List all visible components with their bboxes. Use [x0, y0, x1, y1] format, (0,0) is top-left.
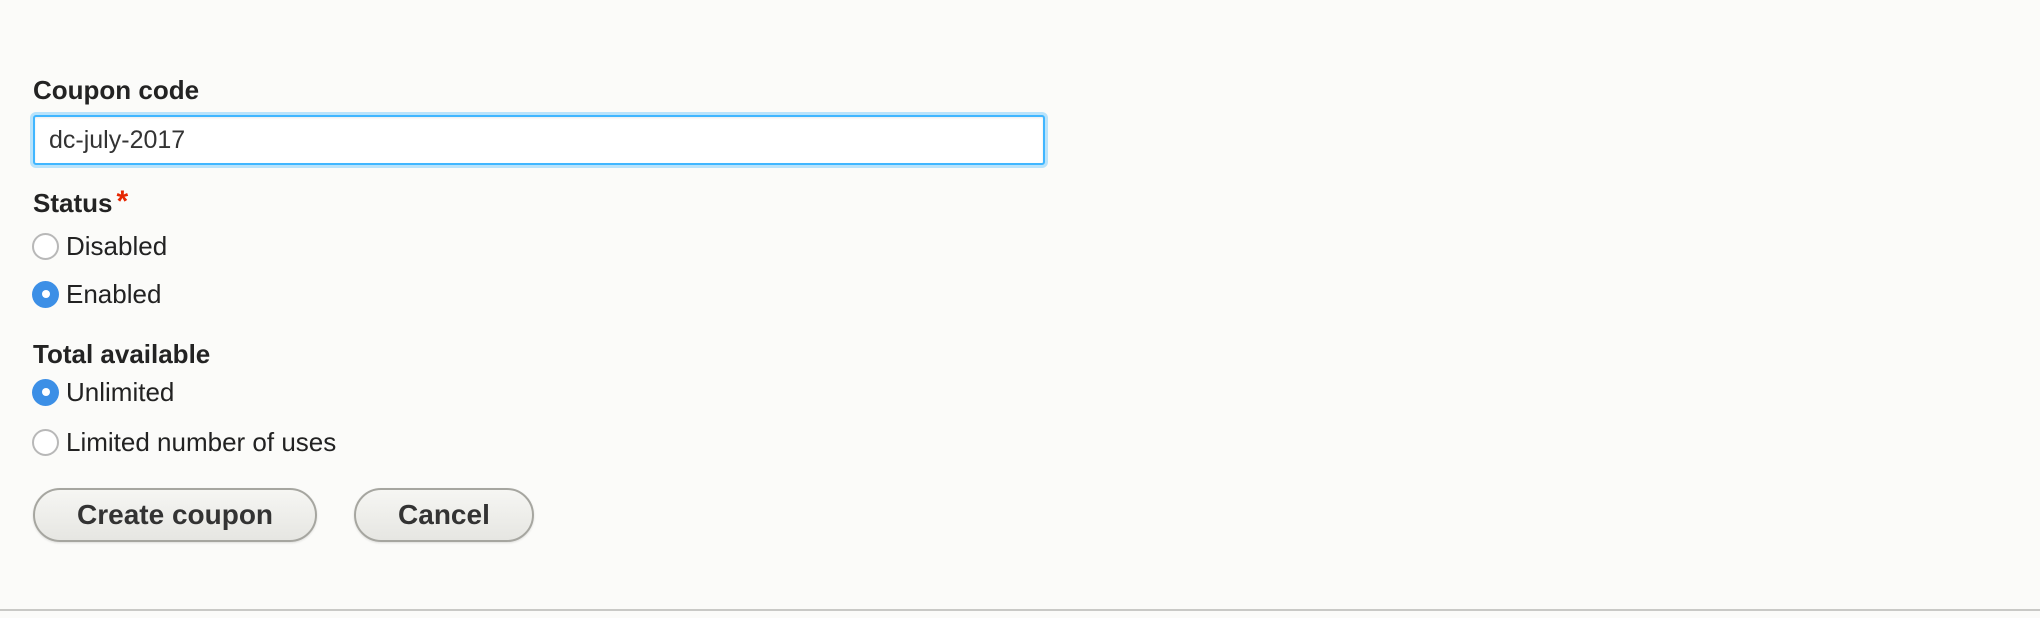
status-label: Status * — [33, 187, 1053, 219]
total-available-option-unlimited[interactable]: Unlimited — [32, 374, 1053, 410]
form-actions: Create coupon Cancel — [33, 488, 1053, 542]
required-marker: * — [116, 185, 129, 218]
radio-disabled[interactable] — [32, 232, 59, 260]
create-coupon-button[interactable]: Create coupon — [33, 488, 318, 542]
status-option-enabled[interactable]: Enabled — [32, 276, 1053, 312]
coupon-form-page: Coupon code Status* Disabled Enabled Tot… — [0, 0, 2040, 618]
coupon-code-input[interactable] — [33, 115, 1045, 165]
radio-unlimited[interactable] — [32, 378, 59, 406]
status-option-disabled[interactable]: Disabled — [32, 228, 1053, 264]
bottom-divider — [0, 609, 2040, 611]
total-available-field: Total available Unlimited Limited number… — [32, 338, 1053, 460]
radio-limited[interactable] — [32, 428, 59, 456]
coupon-code-label: Coupon code — [33, 75, 200, 105]
cancel-button[interactable]: Cancel — [354, 488, 534, 542]
status-option-enabled-label[interactable]: Enabled — [66, 279, 161, 310]
radio-enabled[interactable] — [32, 280, 59, 308]
status-option-disabled-label[interactable]: Disabled — [66, 231, 167, 262]
status-label-text: Status — [33, 188, 113, 218]
total-available-label: Total available — [33, 339, 211, 369]
status-field: Status * Disabled Enabled — [32, 187, 1053, 312]
coupon-form: Coupon code Status* Disabled Enabled Tot… — [32, 74, 1053, 542]
total-available-option-unlimited-label[interactable]: Unlimited — [66, 377, 174, 408]
coupon-code-field: Coupon code — [33, 74, 1053, 165]
total-available-option-limited[interactable]: Limited number of uses — [32, 424, 1053, 460]
total-available-option-limited-label[interactable]: Limited number of uses — [66, 427, 336, 458]
